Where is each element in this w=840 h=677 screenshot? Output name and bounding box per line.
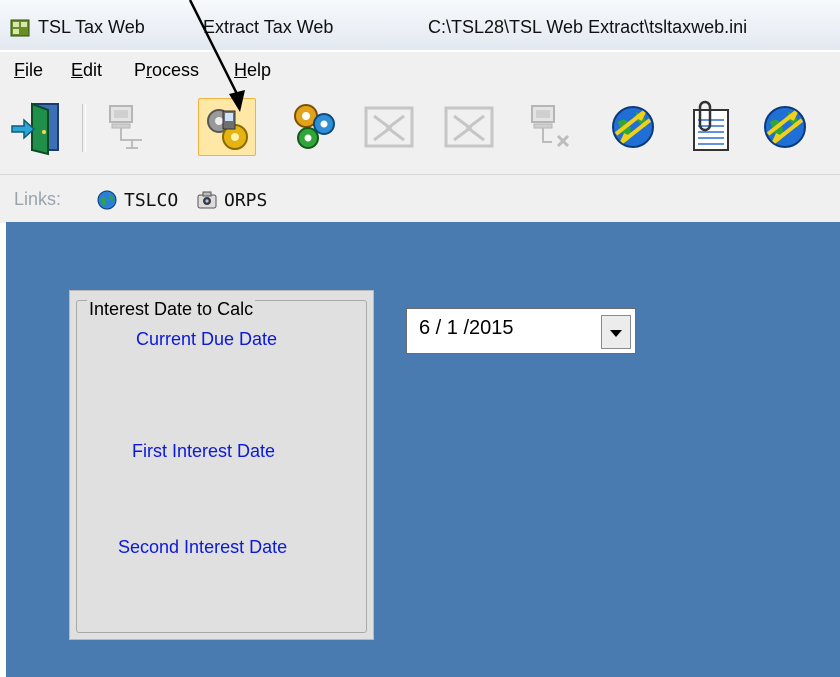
- interest-panel: Interest Date to Calc Current Due Date F…: [69, 290, 374, 640]
- application-window: TSL Tax Web Extract Tax Web C:\TSL28\TSL…: [0, 0, 840, 677]
- link-tslco-label: TSLCO: [124, 189, 179, 211]
- chevron-down-icon: [610, 330, 622, 337]
- transfer-icon: [444, 106, 494, 148]
- gears-computer-icon: [207, 109, 248, 150]
- toolbar: [0, 90, 840, 174]
- link-orps-label: ORPS: [224, 189, 268, 211]
- toolbar-separator: [82, 104, 86, 152]
- app-icon: [10, 19, 30, 37]
- title-bar: TSL Tax Web Extract Tax Web C:\TSL28\TSL…: [0, 0, 840, 50]
- menu-bar: File Edit Process Help: [0, 52, 840, 90]
- menu-help[interactable]: Help: [234, 60, 271, 81]
- links-label: Links:: [14, 189, 62, 209]
- client-area: Interest Date to Calc Current Due Date F…: [6, 222, 840, 677]
- current-due-date-picker[interactable]: 6 / 1 /2015: [406, 308, 636, 354]
- globe-arrows-icon: [764, 106, 806, 148]
- notes-button[interactable]: [680, 98, 738, 156]
- date-value[interactable]: 6 / 1 /2015: [419, 317, 514, 340]
- binder-clip-icon: [693, 100, 729, 151]
- camera-icon: [197, 191, 217, 209]
- group-title: Interest Date to Calc: [87, 299, 256, 320]
- date-dropdown-button[interactable]: [601, 315, 631, 349]
- network-computer-icon: [109, 105, 142, 149]
- exit-button[interactable]: [8, 98, 66, 156]
- globe-icon: [97, 190, 117, 210]
- network-disconnect-icon: [531, 105, 570, 148]
- first-interest-date-label: First Interest Date: [132, 441, 276, 461]
- app-title: TSL Tax Web: [38, 17, 145, 37]
- exit-door-icon: [11, 102, 59, 156]
- gears-icon: [294, 104, 335, 149]
- link-orps[interactable]: ORPS: [196, 187, 267, 213]
- disconnect-button[interactable]: [522, 98, 580, 156]
- link-tslco[interactable]: TSLCO: [96, 187, 178, 213]
- transfer-button-1[interactable]: [360, 98, 418, 156]
- file-path: C:\TSL28\TSL Web Extract\tsltaxweb.ini: [428, 17, 748, 37]
- menu-edit[interactable]: Edit: [71, 60, 102, 81]
- document-title: Extract Tax Web: [203, 17, 334, 37]
- web-button-1[interactable]: [604, 98, 662, 156]
- links-bar: Links: TSLCO ORPS: [0, 174, 840, 223]
- menu-file[interactable]: File: [14, 60, 43, 81]
- current-due-date-label: Current Due Date: [136, 329, 278, 349]
- menu-process[interactable]: Process: [134, 60, 199, 81]
- web-button-2[interactable]: [756, 98, 814, 156]
- network-button[interactable]: [98, 98, 156, 156]
- second-interest-date-label: Second Interest Date: [118, 537, 288, 557]
- globe-arrows-icon: [612, 106, 654, 148]
- gears-button[interactable]: [286, 98, 344, 156]
- transfer-icon: [364, 106, 414, 148]
- transfer-button-2[interactable]: [440, 98, 498, 156]
- process-gears-button[interactable]: [198, 98, 256, 156]
